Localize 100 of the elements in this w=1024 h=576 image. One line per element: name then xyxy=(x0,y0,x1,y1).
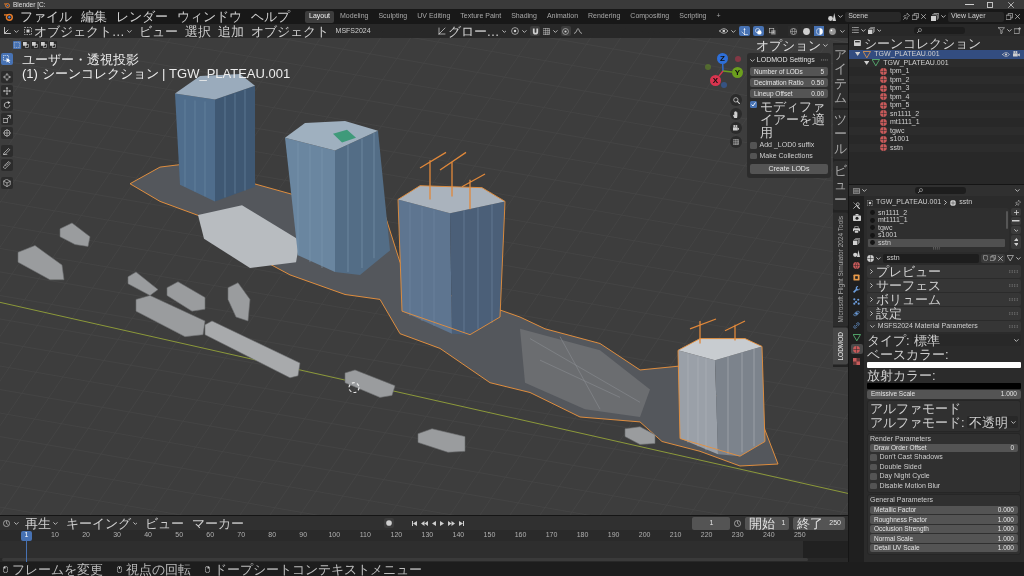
checkbox[interactable] xyxy=(870,463,877,471)
caret-icon[interactable] xyxy=(750,58,755,62)
funnel-icon[interactable] xyxy=(998,26,1006,34)
close-icon[interactable] xyxy=(921,14,927,19)
menu-item[interactable]: マーカー xyxy=(190,516,247,530)
play-icon[interactable] xyxy=(440,520,445,526)
copy-icon[interactable] xyxy=(912,13,920,20)
properties-tab[interactable] xyxy=(850,272,863,282)
play-reverse-icon[interactable] xyxy=(432,520,437,526)
axis-handle[interactable]: X xyxy=(710,75,721,86)
stacked-images-icon[interactable] xyxy=(931,12,940,21)
search-field[interactable] xyxy=(914,26,966,34)
menu-item[interactable]: 追加 xyxy=(215,24,246,38)
negative-axis-handle[interactable] xyxy=(735,56,741,62)
remove-slot-button[interactable] xyxy=(1011,217,1021,225)
clock-icon[interactable] xyxy=(734,519,742,527)
caret-icon[interactable] xyxy=(838,15,844,18)
tool-button[interactable] xyxy=(1,71,13,83)
caret-icon[interactable] xyxy=(1007,28,1012,32)
inverted-triangle-icon[interactable] xyxy=(1007,255,1015,261)
copy-icon[interactable] xyxy=(990,255,997,261)
grip-icon[interactable] xyxy=(1009,283,1018,287)
properties-tab[interactable] xyxy=(850,236,863,246)
caret-icon[interactable] xyxy=(731,29,737,33)
close-icon[interactable] xyxy=(998,255,1004,261)
clock-icon[interactable] xyxy=(3,519,10,527)
type-dropdown[interactable]: 標準 xyxy=(911,334,1021,346)
sidebar-tab[interactable]: アイテム xyxy=(833,45,848,109)
caret-icon[interactable] xyxy=(861,189,867,192)
shading-button[interactable] xyxy=(814,26,825,36)
tool-button[interactable] xyxy=(1,53,13,65)
tool-button[interactable] xyxy=(1,113,13,125)
grid-button[interactable] xyxy=(730,136,742,148)
pan-button[interactable] xyxy=(730,108,742,120)
checkbox[interactable] xyxy=(870,454,877,461)
shield-icon[interactable] xyxy=(983,255,989,261)
toggle-button[interactable] xyxy=(739,26,751,36)
caret-icon[interactable] xyxy=(1015,189,1020,192)
stacked-images-icon[interactable] xyxy=(867,26,875,34)
menu-item[interactable]: オブジェクト xyxy=(248,24,331,38)
select-mode-button[interactable] xyxy=(40,41,48,49)
checkbox[interactable] xyxy=(870,473,877,480)
cone-sphere-icon[interactable] xyxy=(828,12,837,21)
list-icon[interactable] xyxy=(852,27,859,33)
disclosure-triangle-icon[interactable] xyxy=(855,52,861,57)
menu-item[interactable]: ウィンドウ xyxy=(175,10,244,23)
caret-icon[interactable] xyxy=(14,521,19,525)
menu-item[interactable]: 選択 xyxy=(182,24,213,38)
proportional-toggle[interactable] xyxy=(560,26,571,36)
scrollbar[interactable] xyxy=(1006,211,1008,229)
properties-tab[interactable] xyxy=(850,200,863,210)
double-right-triangle-icon[interactable] xyxy=(448,520,456,526)
move-slot-button[interactable] xyxy=(1011,235,1021,249)
timeline-track[interactable] xyxy=(0,541,848,558)
add-slot-button[interactable] xyxy=(1011,208,1021,216)
menu-item[interactable]: ビュー xyxy=(143,516,187,530)
tool-button[interactable] xyxy=(1,99,13,111)
color-field[interactable] xyxy=(867,382,1021,389)
panel-list-icon[interactable] xyxy=(853,187,860,194)
record-button[interactable] xyxy=(384,518,395,528)
axis-handle[interactable]: Y xyxy=(732,67,743,78)
search-field[interactable] xyxy=(915,187,967,194)
outliner-row[interactable]: シーンコレクション xyxy=(849,36,1024,50)
select-mode-button[interactable] xyxy=(22,41,30,49)
menu-item[interactable]: 編集 xyxy=(79,10,109,23)
negative-axis-handle[interactable] xyxy=(705,64,711,70)
mode-dropdown[interactable]: オブジェクト… xyxy=(21,24,134,38)
sidebar-tab[interactable]: ツール xyxy=(833,110,848,160)
shading-button[interactable] xyxy=(827,26,838,36)
menu-item[interactable]: ファイル xyxy=(18,10,74,23)
tool-button[interactable] xyxy=(1,177,13,189)
menu-item[interactable]: キーイング xyxy=(63,516,140,530)
properties-tab[interactable] xyxy=(850,248,863,258)
caret-icon[interactable] xyxy=(1016,256,1021,260)
tool-button[interactable] xyxy=(1,145,13,157)
caret-icon[interactable] xyxy=(876,256,881,260)
disclosure-triangle-icon[interactable] xyxy=(864,60,870,65)
orientation-dropdown[interactable]: グロー… xyxy=(435,24,509,38)
grip-icon[interactable] xyxy=(932,247,941,250)
copy-icon[interactable] xyxy=(1006,13,1013,20)
pin-icon[interactable] xyxy=(1015,199,1021,206)
properties-tab[interactable] xyxy=(850,224,863,234)
skip-to-start-icon[interactable] xyxy=(412,520,418,526)
slot-menu-button[interactable] xyxy=(1011,226,1021,234)
checkered-sphere-icon[interactable] xyxy=(867,254,874,262)
grip-icon[interactable] xyxy=(1009,324,1018,328)
menu-item[interactable]: ビュー xyxy=(136,24,180,38)
panel-header[interactable]: サーフェス xyxy=(867,278,1021,292)
menu-item[interactable]: 再生 xyxy=(22,516,60,530)
caret-icon[interactable] xyxy=(860,28,866,32)
eye-icon[interactable] xyxy=(1002,51,1011,57)
grip-icon[interactable] xyxy=(1009,269,1018,273)
double-left-triangle-icon[interactable] xyxy=(421,520,429,526)
toggle-button[interactable] xyxy=(767,26,779,36)
tool-button[interactable] xyxy=(1,85,13,97)
grip-icon[interactable] xyxy=(1009,297,1018,301)
caret-icon[interactable] xyxy=(876,28,882,32)
select-mode-button[interactable] xyxy=(49,41,57,49)
caret-icon[interactable] xyxy=(522,29,528,33)
menu-item[interactable]: レンダー xyxy=(114,10,170,23)
